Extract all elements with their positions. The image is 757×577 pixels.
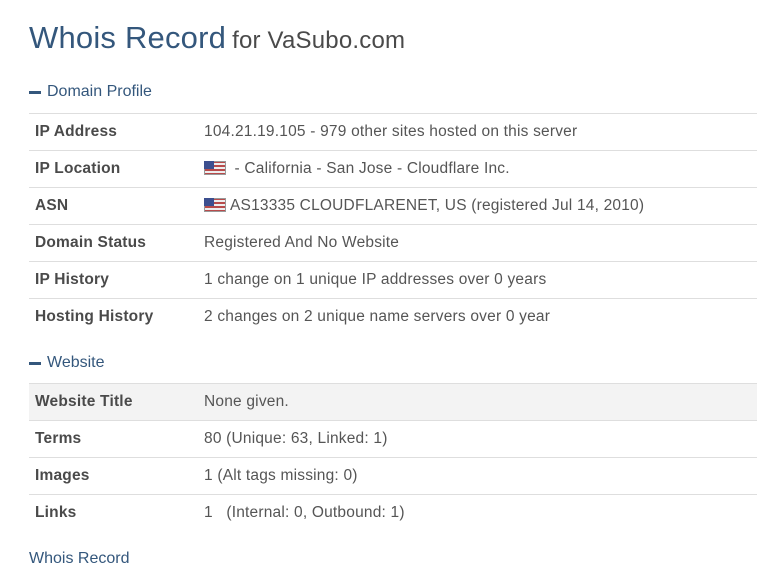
table-row: Hosting History 2 changes on 2 unique na…	[29, 299, 757, 336]
table-row: Links 1 (Internal: 0, Outbound: 1)	[29, 495, 757, 532]
whois-page: Whois Record for VaSubo.com Domain Profil…	[0, 0, 757, 577]
us-flag-icon	[204, 198, 226, 212]
row-label: Links	[35, 504, 77, 521]
asn-text: AS13335 CLOUDFLARENET, US (registered Ju…	[230, 197, 645, 214]
row-label: IP History	[29, 261, 198, 299]
table-row: IP Address 104.21.19.105 - 979 other sit…	[29, 113, 757, 151]
ip-location-text: - California - San Jose - Cloudflare Inc…	[230, 160, 510, 177]
row-value: 1 (Alt tags missing: 0)	[198, 457, 757, 495]
table-row: ASN AS13335 CLOUDFLARENET, US (registere…	[29, 187, 757, 225]
domain-profile-toggle[interactable]: Domain Profile	[29, 83, 152, 101]
row-value: Registered And No Website	[198, 224, 757, 262]
row-value: AS13335 CLOUDFLARENET, US (registered Ju…	[198, 187, 757, 225]
row-value: 80 (Unique: 63, Linked: 1)	[198, 420, 757, 458]
domain-profile-table: IP Address 104.21.19.105 - 979 other sit…	[29, 113, 757, 335]
row-label: Images	[29, 457, 198, 495]
row-value: None given.	[198, 383, 757, 421]
whois-record-link[interactable]: Whois Record	[29, 550, 129, 568]
row-label: Website Title	[29, 383, 198, 421]
page-title: Whois Record for VaSubo.com	[29, 20, 405, 56]
collapse-minus-icon	[29, 362, 41, 365]
row-label: IP Location	[29, 150, 198, 188]
row-value: 1 (Internal: 0, Outbound: 1)	[204, 504, 405, 521]
row-value: 2 changes on 2 unique name servers over …	[204, 308, 551, 325]
row-label: ASN	[29, 187, 198, 225]
row-label: Hosting History	[35, 308, 154, 325]
table-row: IP Location - California - San Jose - Cl…	[29, 150, 757, 188]
page-title-main: Whois Record	[29, 20, 227, 55]
collapse-minus-icon	[29, 91, 41, 94]
table-row: Domain Status Registered And No Website	[29, 224, 757, 262]
domain-profile-heading: Domain Profile	[47, 83, 152, 100]
table-row: Website Title None given.	[29, 383, 757, 421]
table-row: Terms 80 (Unique: 63, Linked: 1)	[29, 420, 757, 458]
row-label: IP Address	[29, 113, 198, 151]
row-label: Domain Status	[29, 224, 198, 262]
row-label: Terms	[29, 420, 198, 458]
website-toggle[interactable]: Website	[29, 354, 105, 372]
table-row: IP History 1 change on 1 unique IP addre…	[29, 261, 757, 299]
page-title-domain: for VaSubo.com	[232, 27, 406, 54]
website-table: Website Title None given. Terms 80 (Uniq…	[29, 383, 757, 531]
table-row: Images 1 (Alt tags missing: 0)	[29, 457, 757, 495]
row-value: 1 change on 1 unique IP addresses over 0…	[198, 261, 757, 299]
us-flag-icon	[204, 161, 226, 175]
website-heading: Website	[47, 354, 105, 371]
row-value: - California - San Jose - Cloudflare Inc…	[198, 150, 757, 188]
row-value: 104.21.19.105 - 979 other sites hosted o…	[198, 113, 757, 151]
